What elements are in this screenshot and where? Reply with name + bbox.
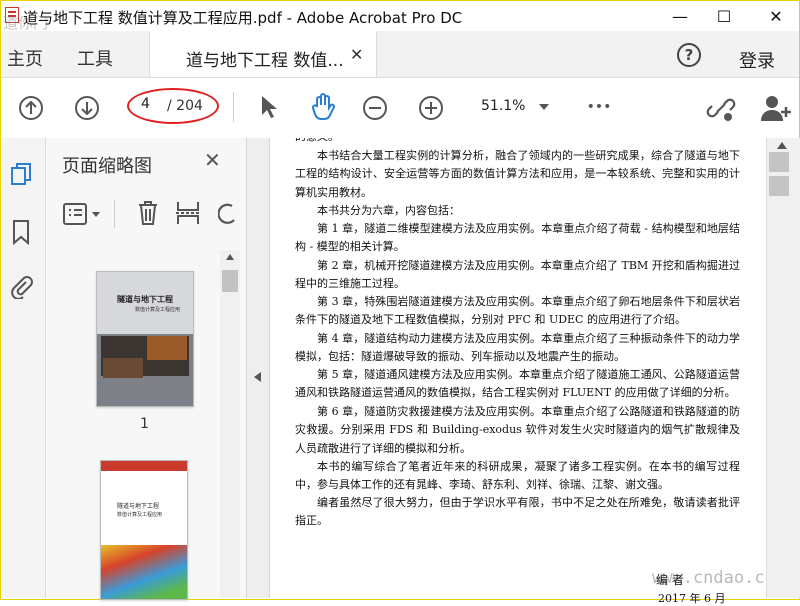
select-cursor-icon[interactable] xyxy=(255,92,281,122)
cover-subtitle: 数值计算及工程应用 xyxy=(135,307,181,313)
document-scrollbar[interactable] xyxy=(766,138,800,598)
minimize-button[interactable]: — xyxy=(657,1,703,31)
preface-paragraph: 编者虽然尽了很大努力，但由于学识水平有限，书中不足之处在所难免，敬请读者批评指正… xyxy=(295,496,740,528)
zoom-out-icon[interactable] xyxy=(361,94,389,122)
red-highlight-oval xyxy=(127,88,219,124)
page-thumbnail-1[interactable]: 隧道与地下工程 数值计算及工程应用 xyxy=(96,271,194,407)
watermark-text: 道你门 xyxy=(3,14,49,32)
share-link-icon[interactable] xyxy=(705,92,737,124)
preface-paragraph: 第 3 章，特殊围岩隧道建模方法及应用实例。本章重点介绍了卵石地层条件下和层状岩… xyxy=(295,295,740,327)
document-tab[interactable]: 道与地下工程 数值... ✕ xyxy=(149,31,377,77)
add-user-icon[interactable] xyxy=(759,92,793,124)
scroll-up-icon[interactable] xyxy=(777,142,787,149)
preface-paragraph: 本书共分为六章，内容包括： xyxy=(317,204,460,217)
cover-title-2: 隧道与地下工程 xyxy=(117,503,160,510)
preface-paragraph: 本书结合大量工程实例的计算分析，融合了领域内的一些研究成果，综合了隧道与地下工程… xyxy=(295,149,740,199)
attachments-icon[interactable] xyxy=(7,272,35,300)
thumbnails-panel: 页面缩略图 ✕ 隧道与地下工程 数值计算及工程应用 1 隧道与地下工程 数值计算… xyxy=(46,138,247,600)
panel-close-icon[interactable]: ✕ xyxy=(204,148,221,172)
toolbar-divider xyxy=(233,92,234,122)
preface-paragraph: 第 5 章，隧道通风建模方法及应用实例。本章重点介绍了隧道施工通风、公路隧道运营… xyxy=(295,368,740,400)
signature-date: 2017 年 6 月 xyxy=(658,592,726,605)
main-toolbar: 4 / 204 51.1% ••• xyxy=(1,78,799,139)
home-menu[interactable]: 主页 xyxy=(7,45,43,71)
top-partial-text: 的意义。 xyxy=(295,138,740,146)
thumbnail-page-number: 1 xyxy=(140,416,149,432)
page-thumbnail-2[interactable]: 隧道与地下工程 数值计算及工程应用 xyxy=(100,460,188,600)
zoom-level-select[interactable]: 51.1% xyxy=(481,98,525,114)
next-page-icon[interactable] xyxy=(73,94,101,122)
maximize-button[interactable]: ☐ xyxy=(701,1,747,31)
cover-subtitle-2: 数值计算及工程应用 xyxy=(117,512,163,518)
scroll-thumb[interactable] xyxy=(769,176,789,196)
preface-paragraph: 本书的编写综合了笔者近年来的科研成果，凝聚了诸多工程实例。在本书的编写过程中，参… xyxy=(295,460,740,492)
preface-paragraph: 第 2 章，机械开挖隧道建模方法及应用实例。本章重点介绍了 TBM 开挖和盾构掘… xyxy=(295,259,740,291)
thumbnails-scrollbar[interactable] xyxy=(220,250,240,598)
previous-page-icon[interactable] xyxy=(17,94,45,122)
login-button[interactable]: 登录 xyxy=(739,47,775,73)
preface-paragraph: 第 1 章，隧道二维模型建模方法及应用实例。本章重点介绍了荷载 - 结构模型和地… xyxy=(295,222,740,254)
tools-menu[interactable]: 工具 xyxy=(77,45,113,71)
cover-title: 隧道与地下工程 xyxy=(117,295,173,304)
preface-paragraph: 第 4 章，隧道结构动力建模方法及应用实例。本章重点介绍了三种振动条件下的动力学… xyxy=(295,332,740,364)
page-thumbnails-icon[interactable] xyxy=(7,160,35,188)
chevron-down-icon[interactable] xyxy=(537,100,551,114)
extract-pages-icon[interactable] xyxy=(174,198,202,228)
document-page: 的意义。 本书结合大量工程实例的计算分析，融合了领域内的一些研究成果，综合了隧道… xyxy=(270,138,766,598)
more-tools-icon[interactable]: ••• xyxy=(581,94,617,120)
document-tab-label: 道与地下工程 数值... xyxy=(186,51,344,71)
preface-paragraph: 第 6 章，隧道防灾救援建模方法及应用实例。本章重点介绍了公路隧道和铁路隧道的防… xyxy=(295,405,740,455)
window-title: 道与地下工程 数值计算及工程应用.pdf - Adobe Acrobat Pro… xyxy=(23,9,463,27)
title-bar: 道与地下工程 数值计算及工程应用.pdf - Adobe Acrobat Pro… xyxy=(1,1,799,32)
panel-toolbar xyxy=(56,196,236,232)
thumbnail-options-icon[interactable] xyxy=(62,200,106,228)
navigation-rail xyxy=(1,138,46,598)
hand-tool-icon[interactable] xyxy=(307,90,339,122)
bookmark-icon[interactable] xyxy=(7,218,35,246)
panel-title: 页面缩略图 xyxy=(62,156,152,177)
scroll-thumb[interactable] xyxy=(769,152,789,172)
help-icon[interactable]: ? xyxy=(677,43,701,67)
panel-divider xyxy=(114,200,115,228)
tab-bar: 主页 工具 道与地下工程 数值... ✕ ? 登录 xyxy=(1,31,799,78)
zoom-in-icon[interactable] xyxy=(417,94,445,122)
rotate-page-icon[interactable] xyxy=(218,200,236,228)
tab-close-icon[interactable]: ✕ xyxy=(350,45,363,64)
close-window-button[interactable]: ✕ xyxy=(753,1,799,31)
panel-collapse-strip[interactable] xyxy=(247,138,270,598)
collapse-arrow-icon[interactable] xyxy=(254,372,261,382)
delete-page-icon[interactable] xyxy=(134,198,162,228)
